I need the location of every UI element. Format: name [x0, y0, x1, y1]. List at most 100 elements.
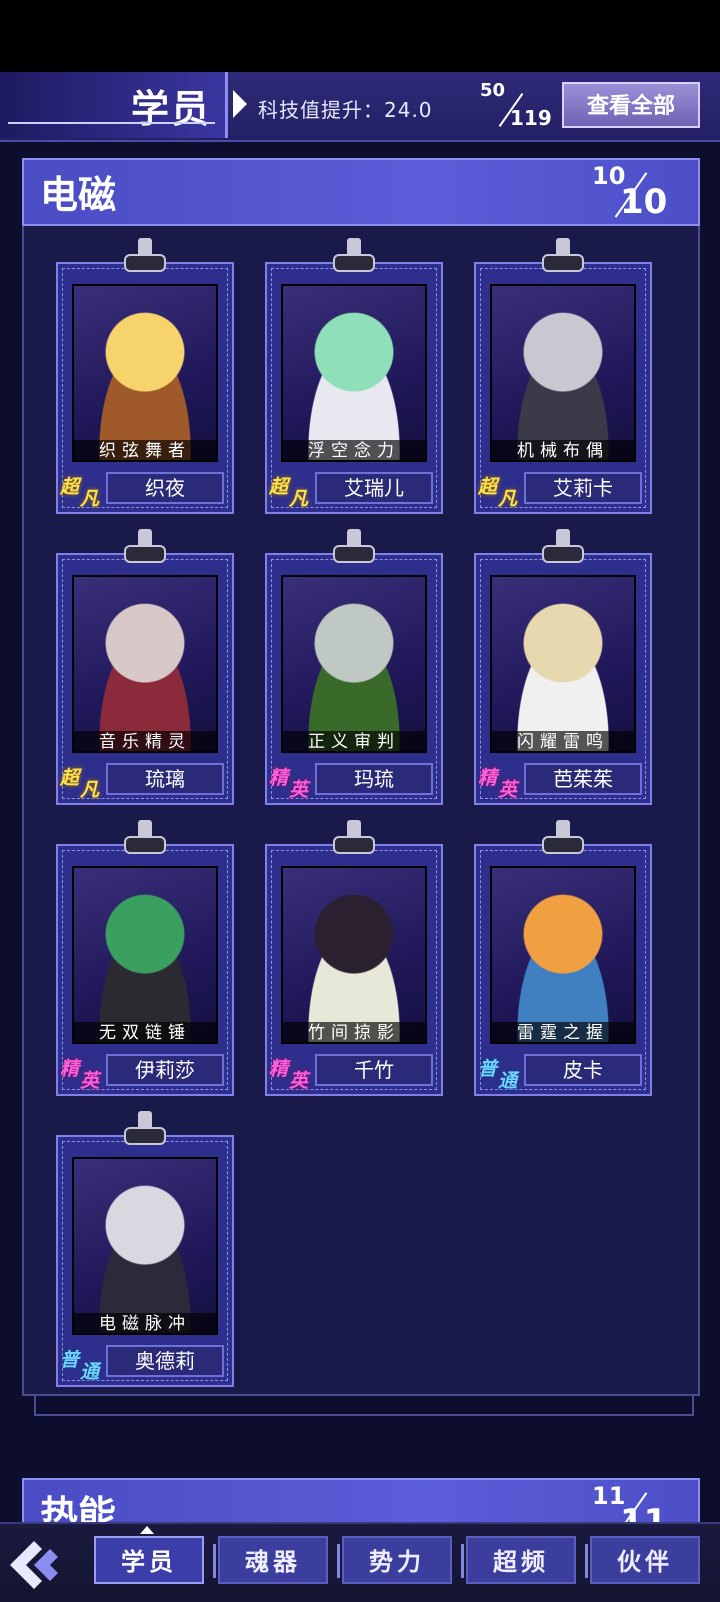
character-portrait — [72, 866, 218, 1044]
clip-icon — [124, 820, 166, 860]
section-header[interactable]: 电磁 10 10 — [22, 158, 700, 226]
rarity-char-2: 凡 — [498, 488, 518, 510]
student-card[interactable]: 竹间掠影精英千竹 — [265, 820, 443, 1096]
rarity-char-1: 普 — [478, 1058, 498, 1080]
section-name: 电磁 — [40, 173, 117, 217]
student-card[interactable]: 浮空念力超凡艾瑞儿 — [265, 238, 443, 514]
rarity-badge: 普通 — [60, 1345, 106, 1383]
rarity-char-2: 凡 — [289, 488, 309, 510]
rarity-badge: 超凡 — [60, 472, 106, 510]
clip-icon — [333, 820, 375, 860]
rarity-char-1: 超 — [60, 476, 80, 498]
clip-icon — [124, 238, 166, 278]
section-count-total: 10 — [620, 182, 668, 222]
page-title: 学员 — [130, 87, 211, 131]
tab-separator — [585, 1544, 588, 1578]
character-title: 正义审判 — [283, 731, 425, 753]
rarity-badge: 精英 — [269, 763, 315, 801]
rarity-badge: 普通 — [478, 1054, 524, 1092]
character-portrait — [490, 284, 636, 462]
character-portrait — [490, 575, 636, 753]
character-portrait — [72, 284, 218, 462]
rarity-char-2: 通 — [80, 1361, 100, 1383]
character-name: 艾莉卡 — [524, 472, 642, 504]
rarity-char-1: 超 — [60, 767, 80, 789]
rarity-char-1: 精 — [269, 767, 289, 789]
rarity-char-1: 普 — [60, 1349, 80, 1371]
rarity-char-2: 通 — [498, 1070, 518, 1092]
rarity-char-1: 精 — [478, 767, 498, 789]
active-tab-caret-icon — [140, 1526, 154, 1534]
character-title: 浮空念力 — [283, 440, 425, 462]
section-thermal: 热能 11 11 — [22, 1478, 700, 1528]
rarity-badge: 精英 — [478, 763, 524, 801]
character-name: 皮卡 — [524, 1054, 642, 1086]
page-title-box: 学员 — [0, 72, 228, 138]
character-name: 伊莉莎 — [106, 1054, 224, 1086]
rarity-char-1: 精 — [269, 1058, 289, 1080]
student-card[interactable]: 电磁脉冲普通奥德莉 — [56, 1111, 234, 1387]
student-card[interactable]: 雷霆之握普通皮卡 — [474, 820, 652, 1096]
character-name: 艾瑞儿 — [315, 472, 433, 504]
rarity-badge: 精英 — [60, 1054, 106, 1092]
tab-faction[interactable]: 势力 — [342, 1536, 452, 1584]
character-title: 音乐精灵 — [74, 731, 216, 753]
student-card[interactable]: 无双链锤精英伊莉莎 — [56, 820, 234, 1096]
rarity-char-1: 超 — [478, 476, 498, 498]
rarity-char-2: 凡 — [80, 779, 100, 801]
clip-icon — [333, 238, 375, 278]
rarity-badge: 超凡 — [478, 472, 524, 510]
top-bar: 学员 科技值提升：24.0 50 119 查看全部 — [0, 72, 720, 142]
character-name: 千竹 — [315, 1054, 433, 1086]
tab-partner[interactable]: 伙伴 — [590, 1536, 700, 1584]
character-title: 机械布偶 — [492, 440, 634, 462]
tab-overclock[interactable]: 超频 — [466, 1536, 576, 1584]
character-name: 琉璃 — [106, 763, 224, 795]
character-title: 竹间掠影 — [283, 1022, 425, 1044]
student-card[interactable]: 织弦舞者超凡织夜 — [56, 238, 234, 514]
student-card[interactable]: 音乐精灵超凡琉璃 — [56, 529, 234, 805]
character-portrait — [490, 866, 636, 1044]
character-name: 芭茱茱 — [524, 763, 642, 795]
character-portrait — [72, 575, 218, 753]
student-card[interactable]: 正义审判精英玛琉 — [265, 529, 443, 805]
section-footer-shadow — [34, 1396, 694, 1416]
character-portrait — [281, 866, 427, 1044]
student-count-total: 119 — [510, 106, 552, 130]
student-count-current: 50 — [480, 80, 506, 101]
tab-separator — [337, 1544, 340, 1578]
character-title: 无双链锤 — [74, 1022, 216, 1044]
rarity-char-1: 精 — [60, 1058, 80, 1080]
logo-icon[interactable] — [4, 1534, 70, 1596]
clip-icon — [542, 529, 584, 569]
rarity-char-2: 英 — [498, 779, 518, 801]
tab-soul-artifact[interactable]: 魂器 — [218, 1536, 328, 1584]
rarity-char-2: 英 — [289, 1070, 309, 1092]
section-header[interactable]: 热能 11 11 — [22, 1478, 700, 1528]
character-portrait — [72, 1157, 218, 1335]
view-all-button[interactable]: 查看全部 — [562, 82, 700, 128]
clip-icon — [542, 238, 584, 278]
character-title: 闪耀雷鸣 — [492, 731, 634, 753]
rarity-badge: 精英 — [269, 1054, 315, 1092]
student-count: 50 119 — [480, 78, 552, 134]
character-portrait — [281, 284, 427, 462]
tech-bonus-text: 科技值提升：24.0 — [258, 98, 433, 122]
clip-icon — [124, 529, 166, 569]
status-bar — [0, 0, 720, 72]
character-title: 电磁脉冲 — [74, 1313, 216, 1335]
rarity-char-2: 凡 — [80, 488, 100, 510]
student-card[interactable]: 机械布偶超凡艾莉卡 — [474, 238, 652, 514]
character-title: 织弦舞者 — [74, 440, 216, 462]
character-name: 奥德莉 — [106, 1345, 224, 1377]
rarity-badge: 超凡 — [60, 763, 106, 801]
bottom-nav: 学员 魂器 势力 超频 伙伴 — [0, 1522, 720, 1602]
rarity-char-1: 超 — [269, 476, 289, 498]
clip-icon — [542, 820, 584, 860]
character-portrait — [281, 575, 427, 753]
play-arrow-icon — [233, 90, 247, 118]
tab-students[interactable]: 学员 — [94, 1536, 204, 1584]
rarity-char-2: 英 — [289, 779, 309, 801]
student-card[interactable]: 闪耀雷鸣精英芭茱茱 — [474, 529, 652, 805]
title-underline — [8, 122, 215, 124]
